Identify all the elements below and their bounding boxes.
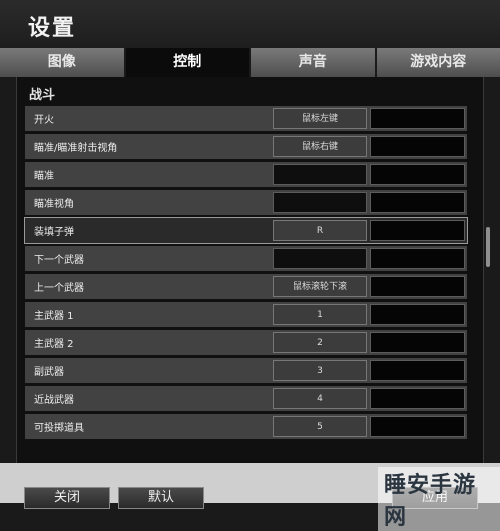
binding-row-aim[interactable]: 瞄准	[25, 162, 467, 187]
binding-label: 近战武器	[34, 391, 74, 406]
section-title: 战斗	[29, 84, 55, 103]
binding-row-melee-weapon[interactable]: 近战武器 4	[25, 386, 467, 411]
binding-row-throwable[interactable]: 可投掷道具 5	[25, 414, 467, 439]
binding-row-secondary-weapon[interactable]: 副武器 3	[25, 358, 467, 383]
secondary-key-slot[interactable]	[370, 360, 465, 381]
primary-key-slot[interactable]: 1	[273, 304, 367, 325]
secondary-key-slot[interactable]	[370, 276, 465, 297]
binding-row-fire[interactable]: 开火 鼠标左键	[25, 106, 467, 131]
primary-key-slot[interactable]: 鼠标左键	[273, 108, 367, 129]
secondary-key-slot[interactable]	[370, 416, 465, 437]
tab-sound[interactable]: 声音	[251, 48, 377, 77]
primary-key-slot[interactable]: 鼠标右键	[273, 136, 367, 157]
binding-row-primary-weapon-2[interactable]: 主武器 2 2	[25, 330, 467, 355]
watermark: 睡安手游网	[378, 467, 500, 531]
keybinding-panel: 战斗 开火 鼠标左键 瞄准/瞄准射击视角 鼠标右键 瞄准 瞄准视角 装填子弹 R	[16, 77, 484, 463]
window-title: 设置	[28, 10, 76, 42]
tab-gameplay[interactable]: 游戏内容	[377, 48, 500, 77]
binding-row-primary-weapon-1[interactable]: 主武器 1 1	[25, 302, 467, 327]
binding-label: 下一个武器	[34, 251, 84, 266]
primary-key-slot[interactable]: 4	[273, 388, 367, 409]
binding-label: 开火	[34, 111, 54, 126]
binding-label: 瞄准/瞄准射击视角	[34, 139, 117, 154]
close-button[interactable]: 关闭	[24, 487, 110, 509]
binding-label: 装填子弹	[34, 223, 74, 238]
secondary-key-slot[interactable]	[370, 220, 465, 241]
binding-label: 瞄准	[34, 167, 54, 182]
binding-row-aim-toggle[interactable]: 瞄准/瞄准射击视角 鼠标右键	[25, 134, 467, 159]
binding-row-next-weapon[interactable]: 下一个武器	[25, 246, 467, 271]
primary-key-slot[interactable]: 2	[273, 332, 367, 353]
secondary-key-slot[interactable]	[370, 192, 465, 213]
binding-label: 可投掷道具	[34, 419, 84, 434]
primary-key-slot[interactable]: 5	[273, 416, 367, 437]
secondary-key-slot[interactable]	[370, 248, 465, 269]
tab-controls[interactable]: 控制	[126, 48, 252, 77]
secondary-key-slot[interactable]	[370, 136, 465, 157]
secondary-key-slot[interactable]	[370, 332, 465, 353]
secondary-key-slot[interactable]	[370, 108, 465, 129]
binding-row-prev-weapon[interactable]: 上一个武器 鼠标滚轮下滚	[25, 274, 467, 299]
keybinding-list: 开火 鼠标左键 瞄准/瞄准射击视角 鼠标右键 瞄准 瞄准视角 装填子弹 R 下一…	[25, 106, 467, 442]
scrollbar-thumb[interactable]	[486, 227, 490, 267]
title-bar: 设置	[0, 0, 500, 48]
primary-key-slot[interactable]	[273, 164, 367, 185]
default-button[interactable]: 默认	[118, 487, 204, 509]
settings-tabs: 图像 控制 声音 游戏内容	[0, 48, 500, 77]
binding-row-aim-view[interactable]: 瞄准视角	[25, 190, 467, 215]
secondary-key-slot[interactable]	[370, 164, 465, 185]
binding-label: 瞄准视角	[34, 195, 74, 210]
binding-row-reload[interactable]: 装填子弹 R	[25, 218, 467, 243]
tab-graphics[interactable]: 图像	[0, 48, 126, 77]
binding-label: 主武器 2	[34, 335, 74, 350]
secondary-key-slot[interactable]	[370, 388, 465, 409]
binding-label: 副武器	[34, 363, 64, 378]
secondary-key-slot[interactable]	[370, 304, 465, 325]
binding-label: 主武器 1	[34, 307, 74, 322]
binding-label: 上一个武器	[34, 279, 84, 294]
primary-key-slot[interactable]: 鼠标滚轮下滚	[273, 276, 367, 297]
primary-key-slot[interactable]	[273, 248, 367, 269]
primary-key-slot[interactable]	[273, 192, 367, 213]
primary-key-slot[interactable]: 3	[273, 360, 367, 381]
primary-key-slot[interactable]: R	[273, 220, 367, 241]
